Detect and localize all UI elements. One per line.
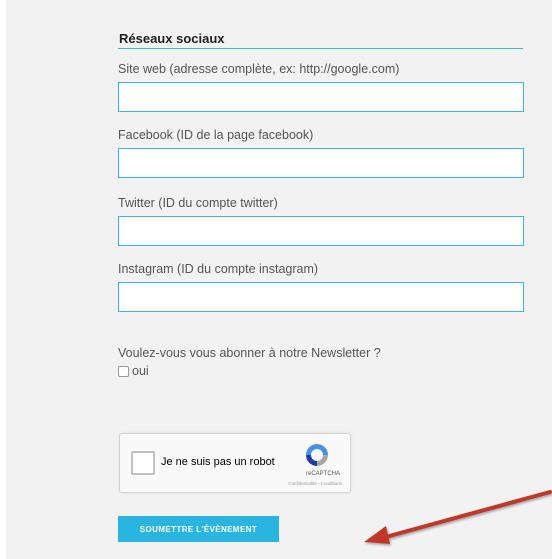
- recaptcha-logo-icon: [306, 444, 328, 466]
- recaptcha-widget: Je ne suis pas un robot reCAPTCHA Confid…: [119, 433, 351, 493]
- recaptcha-label: Je ne suis pas un robot: [161, 456, 275, 468]
- section-divider: [118, 48, 523, 49]
- newsletter-option[interactable]: oui: [118, 364, 149, 378]
- facebook-label: Facebook (ID de la page facebook): [118, 128, 314, 142]
- newsletter-checkbox[interactable]: [118, 365, 129, 377]
- instagram-input[interactable]: [118, 282, 524, 312]
- facebook-input[interactable]: [118, 148, 524, 178]
- submit-event-button[interactable]: SOUMETTRE L'ÉVÈNEMENT: [118, 516, 279, 542]
- website-input[interactable]: [118, 82, 524, 112]
- website-label: Site web (adresse complète, ex: http://g…: [118, 62, 400, 76]
- section-title: Réseaux sociaux: [119, 31, 225, 46]
- newsletter-question: Voulez-vous vous abonner à notre Newslet…: [118, 346, 381, 360]
- red-arrow-icon: [364, 490, 552, 544]
- recaptcha-terms-link[interactable]: Confidentialité - Conditions: [288, 481, 342, 486]
- instagram-label: Instagram (ID du compte instagram): [118, 262, 319, 276]
- newsletter-option-label: oui: [132, 364, 149, 378]
- twitter-input[interactable]: [118, 216, 524, 246]
- recaptcha-checkbox[interactable]: [131, 451, 155, 475]
- recaptcha-brand: reCAPTCHA: [305, 471, 340, 477]
- twitter-label: Twitter (ID du compte twitter): [118, 196, 278, 210]
